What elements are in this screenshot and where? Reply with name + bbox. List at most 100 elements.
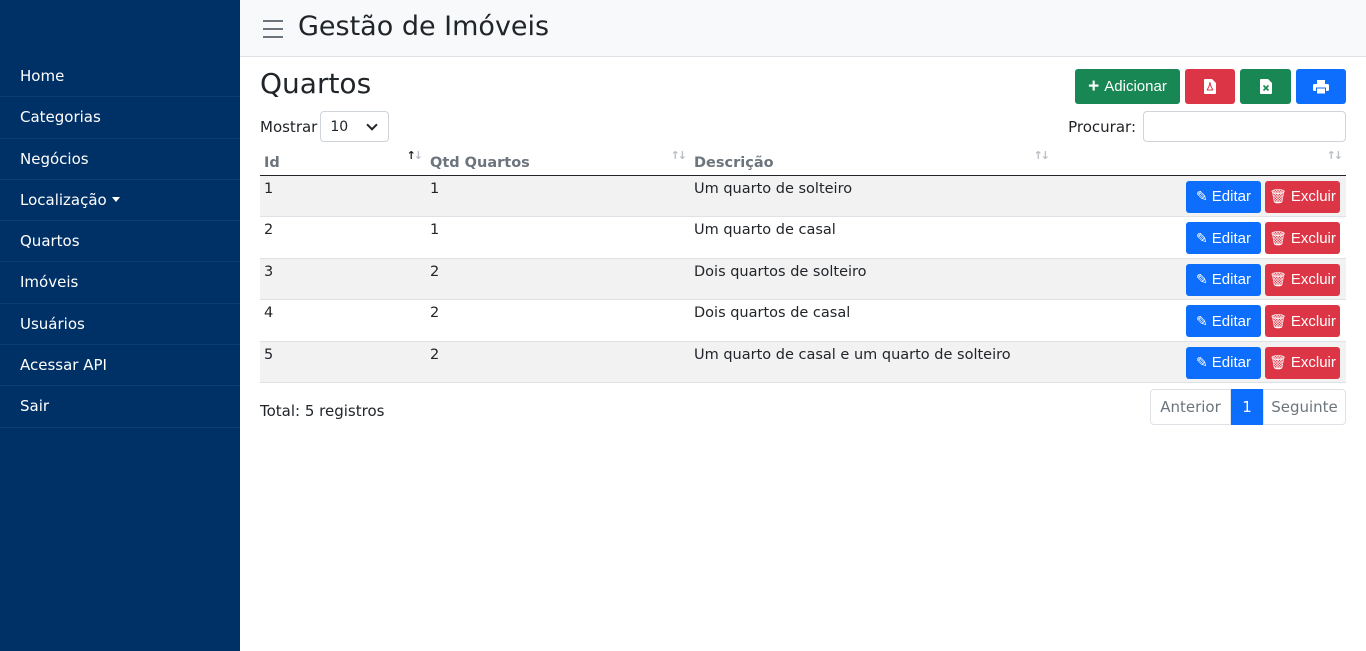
sort-asc-icon: ↑↓ bbox=[406, 149, 424, 162]
cell-descricao: Um quarto de casal e um quarto de soltei… bbox=[690, 341, 1053, 383]
add-button[interactable]: + Adicionar bbox=[1075, 69, 1180, 104]
cell-actions: ✎ Editar 🗑 Excluir bbox=[1053, 341, 1346, 383]
column-header-actions[interactable]: ↑↓ bbox=[1053, 146, 1346, 176]
cell-id: 3 bbox=[260, 258, 426, 300]
delete-label: Excluir bbox=[1290, 312, 1336, 330]
sidebar-item-sair[interactable]: Sair bbox=[0, 386, 240, 428]
page-length-value: 10 bbox=[330, 118, 349, 135]
cell-actions: ✎ Editar 🗑 Excluir bbox=[1053, 258, 1346, 300]
delete-button[interactable]: 🗑 Excluir bbox=[1265, 180, 1340, 213]
excel-icon bbox=[1259, 79, 1272, 94]
trash-icon: 🗑 bbox=[1269, 271, 1287, 287]
page-length-select[interactable]: 10 bbox=[320, 111, 390, 142]
edit-label: Editar bbox=[1211, 229, 1251, 247]
sort-icon: ↑↓ bbox=[1326, 149, 1344, 162]
cell-qtd: 1 bbox=[426, 216, 690, 259]
sidebar-item-negocios[interactable]: Negócios bbox=[0, 139, 240, 180]
sidebar-item-categorias[interactable]: Categorias bbox=[0, 97, 240, 139]
edit-label: Editar bbox=[1211, 312, 1251, 330]
sidebar-item-imoveis[interactable]: Imóveis bbox=[0, 262, 240, 304]
print-button[interactable] bbox=[1296, 69, 1346, 104]
print-icon bbox=[1313, 79, 1329, 94]
trash-icon: 🗑 bbox=[1269, 354, 1287, 370]
table-row: 4 2 Dois quartos de casal ✎ Editar 🗑 Exclui… bbox=[260, 299, 1346, 342]
pagination-page-1[interactable]: 1 bbox=[1231, 389, 1263, 425]
column-label: Descrição bbox=[694, 154, 774, 171]
delete-button[interactable]: 🗑 Excluir bbox=[1265, 346, 1340, 379]
sidebar-item-label: Localização bbox=[20, 190, 107, 209]
cell-actions: ✎ Editar 🗑 Excluir bbox=[1053, 175, 1346, 217]
page-length-label: Mostrar bbox=[260, 117, 318, 136]
delete-label: Excluir bbox=[1290, 188, 1336, 205]
pagination-next[interactable]: Seguinte bbox=[1263, 389, 1346, 425]
page-title: Quartos bbox=[260, 67, 372, 100]
pagination-prev[interactable]: Anterior bbox=[1150, 389, 1231, 425]
sidebar-item-quartos[interactable]: Quartos bbox=[0, 221, 240, 263]
pencil-icon: ✎ bbox=[1196, 188, 1208, 204]
sidebar-item-api[interactable]: Acessar API bbox=[0, 345, 240, 387]
edit-button[interactable]: ✎ Editar bbox=[1186, 180, 1261, 213]
delete-button[interactable]: 🗑 Excluir bbox=[1265, 263, 1340, 296]
cell-id: 2 bbox=[260, 216, 426, 259]
delete-button[interactable]: 🗑 Excluir bbox=[1265, 222, 1340, 254]
column-header-descricao[interactable]: Descrição ↑↓ bbox=[690, 146, 1053, 176]
column-header-id[interactable]: Id ↑↓ bbox=[260, 146, 426, 176]
edit-label: Editar bbox=[1211, 354, 1251, 371]
topbar: Gestão de Imóveis bbox=[240, 0, 1366, 57]
edit-button[interactable]: ✎ Editar bbox=[1186, 305, 1261, 337]
search-label: Procurar: bbox=[1068, 117, 1136, 136]
column-label: Qtd Quartos bbox=[430, 154, 530, 171]
total-records: Total: 5 registros bbox=[260, 402, 385, 420]
edit-button[interactable]: ✎ Editar bbox=[1186, 346, 1261, 379]
export-pdf-button[interactable] bbox=[1185, 69, 1235, 104]
sidebar-item-home[interactable]: Home bbox=[0, 56, 240, 98]
delete-button[interactable]: 🗑 Excluir bbox=[1265, 305, 1340, 337]
pencil-icon: ✎ bbox=[1196, 271, 1208, 287]
pagination: Anterior 1 Seguinte bbox=[1150, 389, 1346, 425]
plus-icon: + bbox=[1088, 76, 1100, 97]
edit-label: Editar bbox=[1211, 271, 1251, 288]
cell-descricao: Um quarto de casal bbox=[690, 216, 1053, 259]
toolbar: + Adicionar bbox=[1075, 69, 1346, 104]
cell-qtd: 2 bbox=[426, 258, 690, 300]
pdf-icon bbox=[1204, 79, 1216, 94]
table-row: 1 1 Um quarto de solteiro ✎ Editar 🗑 Exclui… bbox=[260, 175, 1346, 217]
cell-actions: ✎ Editar 🗑 Excluir bbox=[1053, 216, 1346, 259]
table-row: 5 2 Um quarto de casal e um quarto de so… bbox=[260, 341, 1346, 383]
edit-button[interactable]: ✎ Editar bbox=[1186, 263, 1261, 296]
chevron-down-icon bbox=[366, 119, 379, 131]
page-length-control: Mostrar 10 bbox=[260, 111, 390, 142]
add-button-label: Adicionar bbox=[1104, 78, 1167, 95]
pencil-icon: ✎ bbox=[1196, 354, 1208, 370]
table-row: 2 1 Um quarto de casal ✎ Editar 🗑 Excluir bbox=[260, 216, 1346, 259]
edit-button[interactable]: ✎ Editar bbox=[1186, 222, 1261, 254]
search-control: Procurar: bbox=[1068, 111, 1346, 142]
sidebar-item-usuarios[interactable]: Usuários bbox=[0, 304, 240, 346]
data-table: Id ↑↓ Qtd Quartos ↑↓ Descrição ↑↓ ↑↓ 1 1… bbox=[260, 146, 1346, 383]
cell-descricao: Dois quartos de solteiro bbox=[690, 258, 1053, 300]
trash-icon: 🗑 bbox=[1269, 229, 1287, 246]
column-header-qtd[interactable]: Qtd Quartos ↑↓ bbox=[426, 146, 690, 176]
cell-qtd: 2 bbox=[426, 341, 690, 383]
cell-actions: ✎ Editar 🗑 Excluir bbox=[1053, 299, 1346, 342]
export-excel-button[interactable] bbox=[1240, 69, 1291, 104]
sidebar-item-localizacao[interactable]: Localização bbox=[0, 180, 240, 222]
sidebar: Home Categorias Negócios Localização Qua… bbox=[0, 0, 240, 651]
edit-label: Editar bbox=[1211, 188, 1251, 205]
pencil-icon: ✎ bbox=[1196, 229, 1208, 246]
trash-icon: 🗑 bbox=[1269, 312, 1287, 329]
delete-label: Excluir bbox=[1290, 229, 1336, 247]
pencil-icon: ✎ bbox=[1196, 312, 1208, 329]
cell-descricao: Dois quartos de casal bbox=[690, 299, 1053, 342]
trash-icon: 🗑 bbox=[1269, 188, 1287, 204]
sidebar-nav: Home Categorias Negócios Localização Qua… bbox=[0, 56, 240, 428]
cell-qtd: 2 bbox=[426, 299, 690, 342]
app-title: Gestão de Imóveis bbox=[298, 11, 550, 42]
column-label: Id bbox=[264, 154, 280, 171]
search-input[interactable] bbox=[1143, 111, 1346, 142]
hamburger-icon[interactable] bbox=[263, 20, 283, 38]
cell-qtd: 1 bbox=[426, 175, 690, 217]
sort-icon: ↑↓ bbox=[670, 149, 688, 162]
cell-descricao: Um quarto de solteiro bbox=[690, 175, 1053, 217]
cell-id: 5 bbox=[260, 341, 426, 383]
